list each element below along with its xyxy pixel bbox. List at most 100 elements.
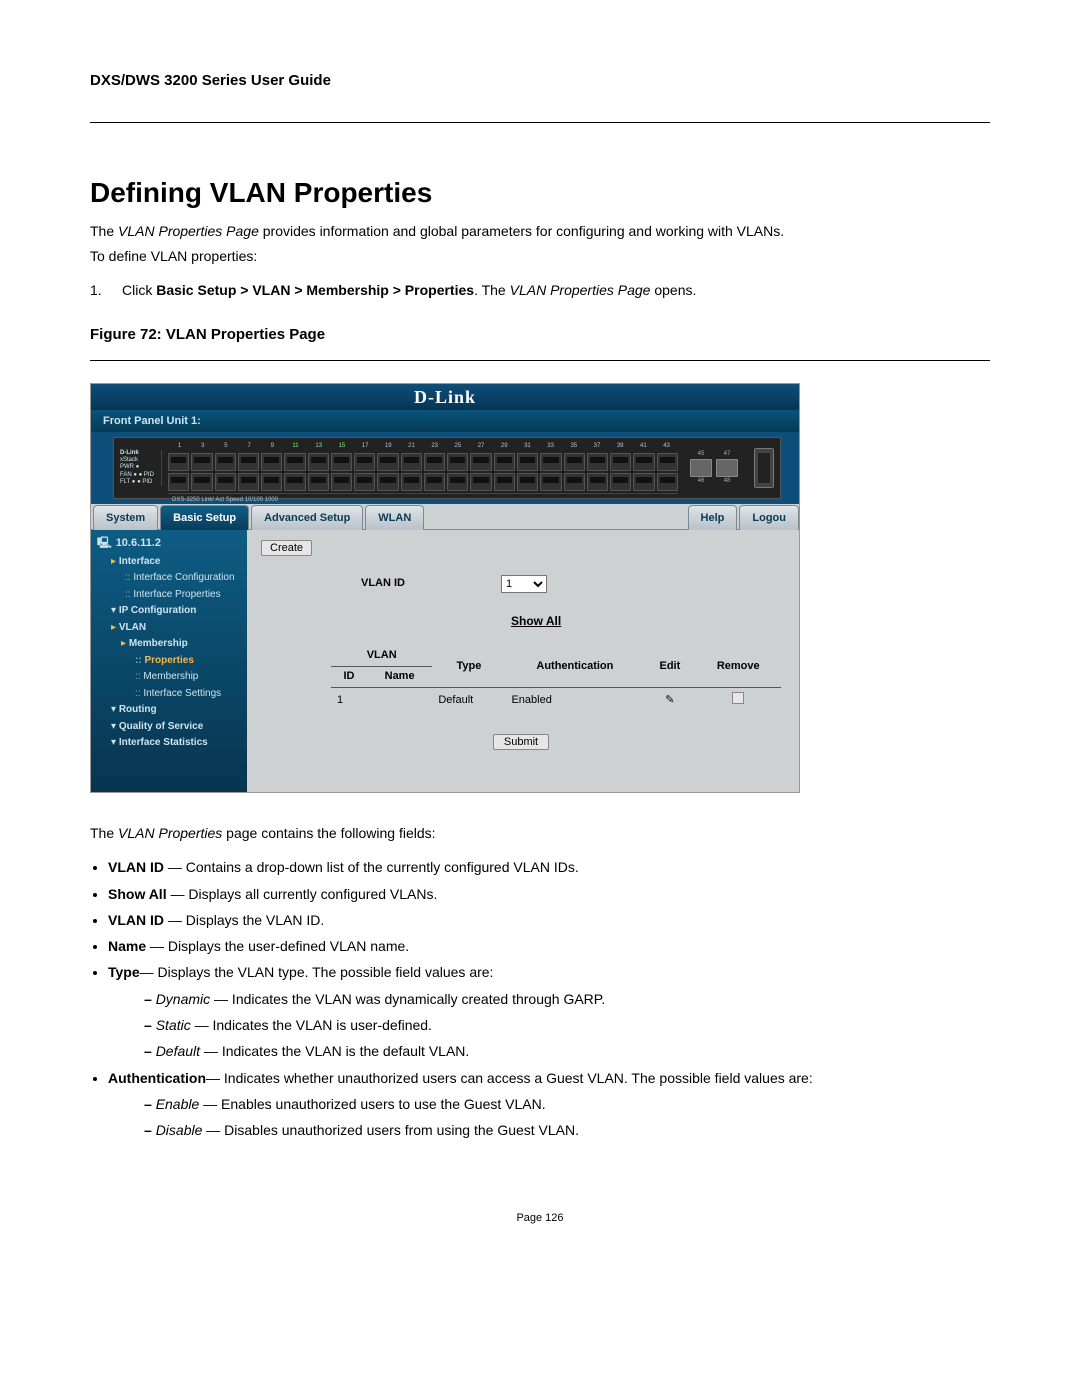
- port-number-31: 31: [516, 441, 539, 451]
- port-25[interactable]: [447, 453, 468, 471]
- nav-root-ip[interactable]: 🖳 10.6.11.2: [97, 536, 243, 552]
- port-2[interactable]: [168, 473, 189, 491]
- nav-qos[interactable]: ▾ Quality of Service: [97, 719, 243, 736]
- section-heading: Defining VLAN Properties: [90, 173, 990, 214]
- port-3[interactable]: [191, 453, 212, 471]
- port-22[interactable]: [401, 473, 422, 491]
- auth-subfields: Enable — Enables unauthorized users to u…: [144, 1094, 990, 1141]
- port-19[interactable]: [377, 453, 398, 471]
- port-17[interactable]: [354, 453, 375, 471]
- port-9[interactable]: [261, 453, 282, 471]
- field-name: Name — Displays the user-defined VLAN na…: [108, 936, 990, 956]
- tab-logout[interactable]: Logou: [739, 505, 799, 530]
- nav-interface-statistics[interactable]: ▾ Interface Statistics: [97, 735, 243, 752]
- port-42[interactable]: [633, 473, 654, 491]
- field-type: Type— Displays the VLAN type. The possib…: [108, 962, 990, 1061]
- table-row: 1 Default Enabled ✎: [331, 688, 781, 714]
- port-41[interactable]: [633, 453, 654, 471]
- vlan-id-select[interactable]: 1: [501, 575, 547, 593]
- intro-line-2: To define VLAN properties:: [90, 246, 990, 266]
- nav-interface-configuration[interactable]: Interface Configuration: [97, 570, 243, 587]
- sfp-port-45[interactable]: [690, 459, 712, 477]
- port-35[interactable]: [564, 453, 585, 471]
- tab-advanced-setup[interactable]: Advanced Setup: [251, 505, 363, 530]
- th-remove: Remove: [695, 646, 781, 687]
- tab-system[interactable]: System: [93, 505, 158, 530]
- port-29[interactable]: [494, 453, 515, 471]
- cell-name: [367, 688, 432, 714]
- port-row-bottom: [168, 473, 678, 491]
- nav-routing[interactable]: ▾ Routing: [97, 702, 243, 719]
- port-44[interactable]: [657, 473, 678, 491]
- port-21[interactable]: [401, 453, 422, 471]
- step-breadcrumb: Basic Setup > VLAN > Membership > Proper…: [156, 282, 474, 298]
- port-39[interactable]: [610, 453, 631, 471]
- fields-intro-suffix: page contains the following fields:: [222, 825, 435, 841]
- nav-stats-label: Interface Statistics: [119, 737, 208, 748]
- port-33[interactable]: [540, 453, 561, 471]
- step-text: Click Basic Setup > VLAN > Membership > …: [122, 280, 990, 300]
- port-31[interactable]: [517, 453, 538, 471]
- port-43[interactable]: [657, 453, 678, 471]
- tab-help[interactable]: Help: [688, 505, 738, 530]
- port-26[interactable]: [447, 473, 468, 491]
- edit-icon[interactable]: ✎: [665, 694, 674, 706]
- port-16[interactable]: [331, 473, 352, 491]
- port-7[interactable]: [238, 453, 259, 471]
- port-32[interactable]: [517, 473, 538, 491]
- port-20[interactable]: [377, 473, 398, 491]
- sub-enable: Enable — Enables unauthorized users to u…: [144, 1094, 990, 1114]
- port-18[interactable]: [354, 473, 375, 491]
- port-number-5: 5: [214, 441, 237, 451]
- nav-membership-group-label: Membership: [129, 638, 188, 649]
- field-label: Name: [108, 938, 146, 954]
- nav-interface-properties[interactable]: Interface Properties: [97, 587, 243, 604]
- th-type: Type: [432, 646, 505, 687]
- port-37[interactable]: [587, 453, 608, 471]
- port-13[interactable]: [308, 453, 329, 471]
- nav-ip-configuration[interactable]: ▾ IP Configuration: [97, 603, 243, 620]
- field-vlan-id-2: VLAN ID — Displays the VLAN ID.: [108, 910, 990, 930]
- port-24[interactable]: [424, 473, 445, 491]
- port-36[interactable]: [564, 473, 585, 491]
- field-desc: — Displays all currently configured VLAN…: [167, 886, 438, 902]
- create-button[interactable]: Create: [261, 540, 312, 556]
- intro-suffix: provides information and global paramete…: [259, 223, 784, 239]
- field-list: VLAN ID — Contains a drop-down list of t…: [108, 857, 990, 1140]
- port-34[interactable]: [540, 473, 561, 491]
- tab-wlan[interactable]: WLAN: [365, 505, 424, 530]
- port-5[interactable]: [215, 453, 236, 471]
- port-6[interactable]: [215, 473, 236, 491]
- port-15[interactable]: [331, 453, 352, 471]
- port-28[interactable]: [470, 473, 491, 491]
- nav-vlan[interactable]: ▸ VLAN: [97, 620, 243, 637]
- nav-membership-group[interactable]: ▸ Membership: [97, 636, 243, 653]
- port-38[interactable]: [587, 473, 608, 491]
- port-1[interactable]: [168, 453, 189, 471]
- port-4[interactable]: [191, 473, 212, 491]
- port-10[interactable]: [261, 473, 282, 491]
- sub-default: Default — Indicates the VLAN is the defa…: [144, 1041, 990, 1061]
- nav-properties[interactable]: Properties: [97, 653, 243, 670]
- vlan-id-label: VLAN ID: [361, 576, 481, 592]
- port-30[interactable]: [494, 473, 515, 491]
- port-number-33: 33: [539, 441, 562, 451]
- nav-interface-settings[interactable]: Interface Settings: [97, 686, 243, 703]
- nav-ip-configuration-label: IP Configuration: [119, 605, 197, 616]
- port-40[interactable]: [610, 473, 631, 491]
- submit-button[interactable]: Submit: [493, 734, 549, 750]
- port-11[interactable]: [284, 453, 305, 471]
- nav-interface[interactable]: ▸ Interface: [97, 554, 243, 571]
- port-27[interactable]: [470, 453, 491, 471]
- port-14[interactable]: [308, 473, 329, 491]
- sfp-port-47[interactable]: [716, 459, 738, 477]
- cell-auth: Enabled: [505, 688, 644, 714]
- show-all-link[interactable]: Show All: [511, 613, 781, 630]
- port-12[interactable]: [284, 473, 305, 491]
- port-23[interactable]: [424, 453, 445, 471]
- tab-basic-setup[interactable]: Basic Setup: [160, 505, 249, 530]
- sub-em: Dynamic: [156, 991, 210, 1007]
- remove-checkbox[interactable]: [732, 692, 744, 704]
- port-8[interactable]: [238, 473, 259, 491]
- nav-membership[interactable]: Membership: [97, 669, 243, 686]
